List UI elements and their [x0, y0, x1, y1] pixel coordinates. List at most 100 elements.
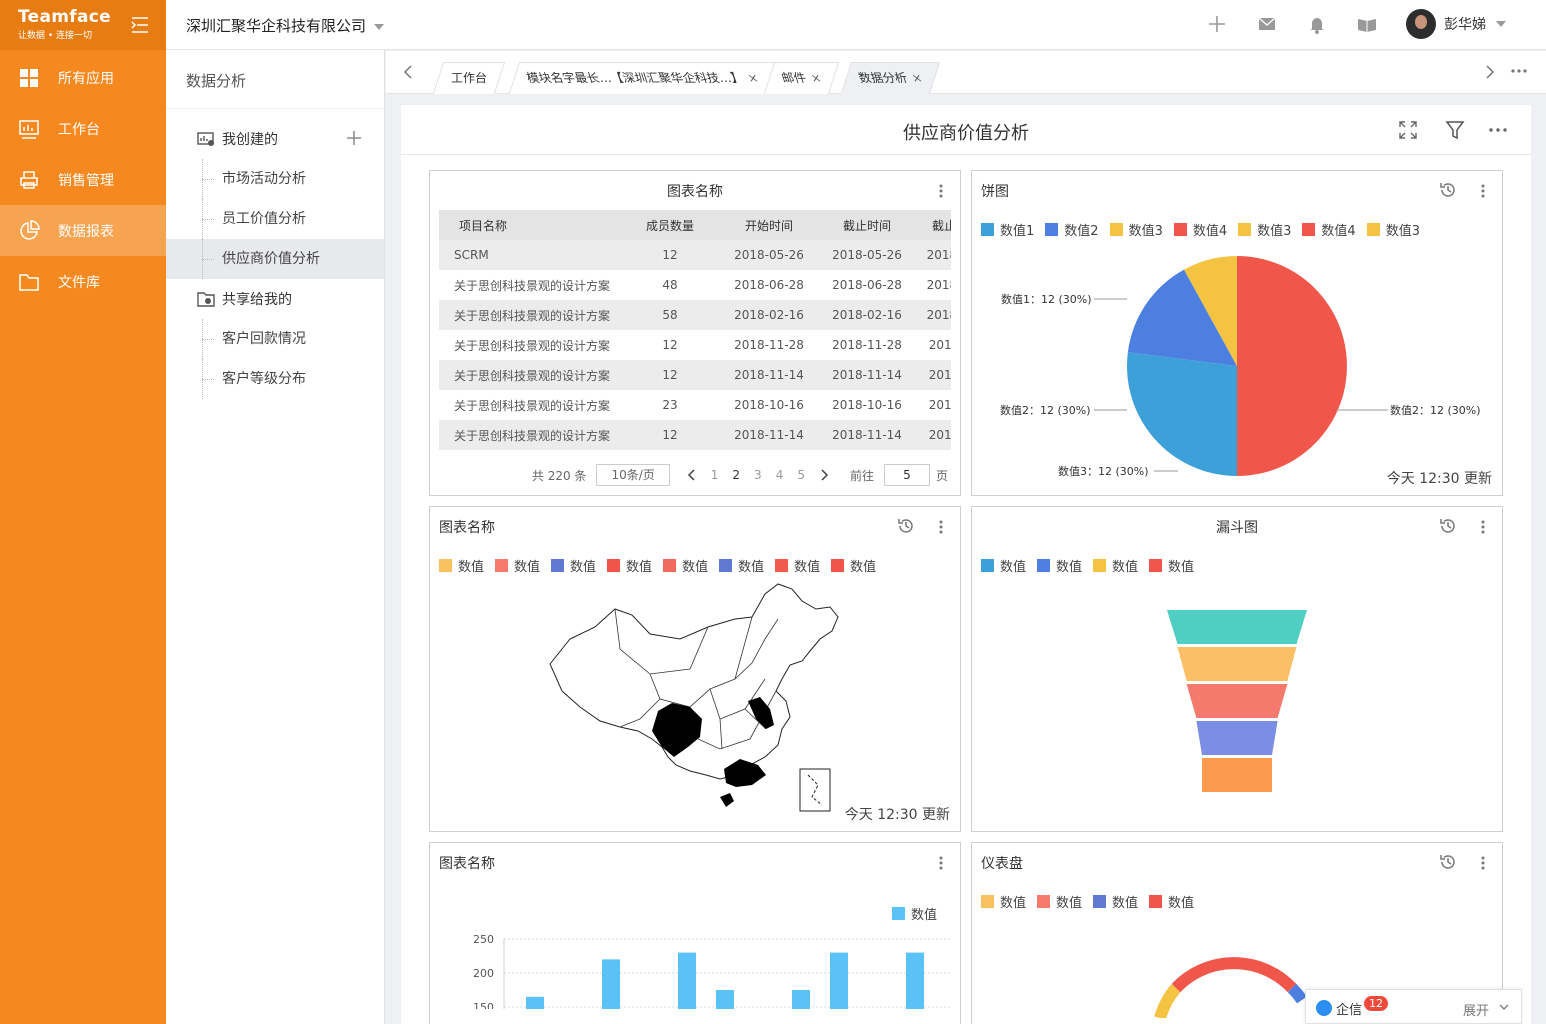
nav-item-files[interactable]: 文件库: [0, 256, 166, 307]
legend-item[interactable]: 数值: [1149, 892, 1194, 911]
table-cell: 关于思创科技景观的设计方案: [439, 360, 627, 390]
legend-item[interactable]: 数值: [719, 556, 764, 575]
history-icon[interactable]: [896, 516, 916, 536]
legend-item[interactable]: 数值: [663, 556, 708, 575]
bar[interactable]: [716, 990, 734, 1009]
table-row[interactable]: 关于思创科技景观的设计方案 23 2018-10-16 2018-10-16 2018: [439, 390, 951, 420]
plus-icon[interactable]: [1206, 13, 1228, 35]
tab-data-analysis[interactable]: 数据分析×: [840, 62, 941, 94]
history-icon[interactable]: [1438, 852, 1458, 872]
pie-slice[interactable]: [1127, 352, 1237, 476]
page-number[interactable]: 4: [776, 468, 784, 482]
tree-item[interactable]: 客户回款情况: [166, 319, 384, 359]
page-number[interactable]: 5: [797, 468, 805, 482]
funnel-stage[interactable]: [1202, 758, 1272, 792]
legend-item[interactable]: 数值1: [981, 220, 1034, 239]
tab-workbench[interactable]: 工作台: [432, 62, 506, 94]
fullscreen-icon[interactable]: [1397, 119, 1419, 141]
nav-item-reports[interactable]: 数据报表: [0, 205, 166, 256]
legend-item[interactable]: 数值: [775, 556, 820, 575]
table-row[interactable]: 关于思创科技景观的设计方案582018-02-162018-02-162018-: [439, 300, 951, 330]
table-row[interactable]: SCRM122018-05-262018-05-262018-: [439, 240, 951, 270]
legend-item[interactable]: 数值: [495, 556, 540, 575]
table-row[interactable]: 关于思创科技景观的设计方案122018-11-142018-11-142018: [439, 420, 951, 450]
chevron-down-icon[interactable]: [1496, 21, 1506, 27]
funnel-stage[interactable]: [1196, 721, 1278, 755]
chevron-down-icon[interactable]: [1499, 1003, 1509, 1011]
legend-item[interactable]: 数值: [831, 556, 876, 575]
legend-item[interactable]: 数值: [1037, 556, 1082, 575]
kebab-menu-icon[interactable]: [934, 519, 948, 535]
legend-item[interactable]: 数值: [551, 556, 596, 575]
kebab-menu-icon[interactable]: [1476, 855, 1490, 871]
bar[interactable]: [678, 952, 696, 1009]
legend-item[interactable]: 数值3: [1109, 220, 1163, 239]
legend-item[interactable]: 数值: [981, 892, 1026, 911]
chevron-right-icon[interactable]: [818, 469, 830, 481]
kebab-menu-icon[interactable]: [1476, 519, 1490, 535]
company-switcher[interactable]: 深圳汇聚华企科技有限公司: [186, 15, 385, 36]
bar[interactable]: [602, 959, 620, 1009]
legend-item[interactable]: 数值3: [1366, 220, 1420, 239]
tab-mail[interactable]: 邮件×: [763, 62, 840, 94]
kebab-menu-icon[interactable]: [934, 183, 948, 199]
legend-item[interactable]: 数值: [892, 904, 937, 923]
tree-group-shared[interactable]: 共享给我的: [166, 279, 384, 319]
filter-icon[interactable]: [1444, 119, 1466, 141]
chat-widget[interactable]: 企信 12 展开: [1305, 989, 1522, 1024]
add-report-icon[interactable]: [346, 130, 362, 146]
table-row[interactable]: 关于思创科技景观的设计方案122018-11-142018-11-142018: [439, 360, 951, 390]
legend-item[interactable]: 数值: [1093, 892, 1138, 911]
more-icon[interactable]: [1510, 65, 1528, 77]
expand-button[interactable]: 展开: [1463, 1000, 1489, 1019]
tab-module[interactable]: 模块名字最长…【深圳汇聚华企科技…】×: [508, 62, 777, 94]
bar[interactable]: [526, 996, 544, 1009]
page-number[interactable]: 3: [754, 468, 762, 482]
tree-item[interactable]: 员工价值分析: [166, 199, 384, 239]
legend-item[interactable]: 数值: [981, 556, 1026, 575]
kebab-menu-icon[interactable]: [934, 855, 948, 871]
tree-item-selected[interactable]: 供应商价值分析: [166, 239, 384, 279]
legend-item[interactable]: 数值4: [1302, 220, 1356, 239]
tree-item[interactable]: 客户等级分布: [166, 359, 384, 399]
legend-item[interactable]: 数值: [1037, 892, 1082, 911]
legend-item[interactable]: 数值4: [1173, 220, 1227, 239]
page-size-select[interactable]: 10条/页: [596, 464, 670, 486]
mail-icon[interactable]: [1256, 13, 1278, 35]
history-icon[interactable]: [1438, 516, 1458, 536]
table-row[interactable]: 关于思创科技景观的设计方案 48 2018-06-28 2018-06-28 2018-: [439, 270, 951, 300]
page-number[interactable]: 1: [711, 468, 719, 482]
bar[interactable]: [906, 952, 924, 1009]
kebab-menu-icon[interactable]: [1476, 183, 1490, 199]
table-row[interactable]: 关于思创科技景观的设计方案 12 2018-11-28 2018-11-28 2018: [439, 330, 951, 360]
tree-item[interactable]: 市场活动分析: [166, 159, 384, 199]
bar[interactable]: [792, 990, 810, 1009]
nav-item-sales[interactable]: 销售管理: [0, 154, 166, 205]
legend-item[interactable]: 数值: [1093, 556, 1138, 575]
legend-item[interactable]: 数值: [439, 556, 484, 575]
history-icon[interactable]: [1438, 180, 1458, 200]
funnel-stage[interactable]: [1186, 684, 1288, 718]
chevron-right-icon[interactable]: [1480, 63, 1498, 81]
avatar[interactable]: [1406, 9, 1436, 39]
page-number[interactable]: 2: [732, 468, 740, 482]
chevron-left-icon[interactable]: [400, 63, 418, 81]
legend-item[interactable]: 数值: [607, 556, 652, 575]
legend-item[interactable]: 数值: [1149, 556, 1194, 575]
legend-item[interactable]: 数值2: [1045, 220, 1099, 239]
more-icon[interactable]: [1487, 119, 1509, 141]
bar[interactable]: [830, 952, 848, 1009]
nav-item-apps[interactable]: 所有应用: [0, 52, 166, 103]
funnel-stage[interactable]: [1167, 610, 1307, 644]
book-icon[interactable]: [1356, 13, 1378, 35]
chevron-left-icon[interactable]: [686, 469, 698, 481]
tree-group-mine[interactable]: 我创建的: [166, 119, 384, 159]
nav-item-workbench[interactable]: 工作台: [0, 103, 166, 154]
pie-slice[interactable]: [1237, 256, 1347, 476]
bell-icon[interactable]: [1306, 13, 1328, 35]
funnel-stage[interactable]: [1177, 647, 1297, 681]
goto-page-input[interactable]: 5: [883, 464, 930, 486]
user-name[interactable]: 彭华娣: [1444, 14, 1486, 34]
legend-item[interactable]: 数值3: [1238, 220, 1291, 239]
menu-collapse-icon[interactable]: [130, 16, 150, 34]
